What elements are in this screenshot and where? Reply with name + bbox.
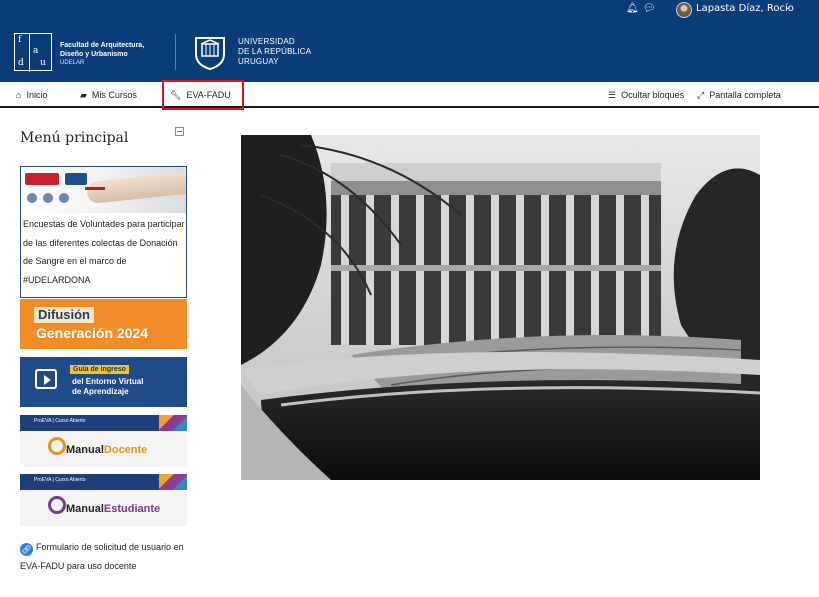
guia-line2: del Entorno Virtual <box>72 377 144 386</box>
proeva-triangles <box>159 474 187 490</box>
indent-icon: ☰ <box>608 89 617 100</box>
fadu-letter-d: d <box>18 58 24 68</box>
hide-blocks-label: Ocultar bloques <box>621 90 685 100</box>
header-divider <box>175 34 176 70</box>
chevron-down-icon[interactable]: ⌄ <box>784 2 792 12</box>
link-icon: 🔗︎ <box>20 543 33 556</box>
manual-docente-banner[interactable]: ProEVA | Curso Abierto ManualDocente <box>20 415 187 467</box>
fadu-letter-f: f <box>18 35 22 45</box>
fadu-name-line3: UDELAR <box>60 60 85 66</box>
bell-icon[interactable]: 🔔︎ <box>626 3 639 14</box>
udelar-line3: URUGUAY <box>238 57 279 66</box>
fadu-name-line2: Diseño y Urbanismo <box>60 51 128 58</box>
proeva-label: ProEVA | Curso Abierto <box>34 418 86 424</box>
menu-title: Menú principal <box>20 130 129 146</box>
guia-line1: Guía de ingreso <box>70 365 129 374</box>
nav-inicio-label: Inicio <box>26 90 48 100</box>
fadu-name-line1: Facultad de Arquitectura, <box>60 42 145 49</box>
proeva-label: ProEVA | Curso Abierto <box>34 477 86 483</box>
video-play-icon <box>35 369 57 389</box>
udelar-seal-icon[interactable] <box>193 34 227 70</box>
site-header: f a d u Facultad de Arquitectura, Diseño… <box>0 20 819 82</box>
partner-logo <box>43 193 53 203</box>
guia-ingreso-banner[interactable]: Guía de ingreso del Entorno Virtual de A… <box>20 357 187 407</box>
blood-tube-illustration <box>85 187 105 190</box>
partner-logo <box>27 193 37 203</box>
proeva-triangles <box>159 415 187 431</box>
user-name[interactable]: Lapasta Díaz, Rocío <box>696 3 794 14</box>
manual-docente-a: Manual <box>66 444 104 456</box>
donacion-banner-image[interactable] <box>21 167 186 213</box>
student-book-icon <box>48 496 66 514</box>
donacion-card[interactable]: Encuestas de Voluntades para participar … <box>20 166 187 298</box>
manual-estudiante-b: Estudiante <box>103 503 161 515</box>
manual-estudiante-banner[interactable]: ProEVA | Curso Abierto ManualEstudiante <box>20 474 187 526</box>
fadu-name: Facultad de Arquitectura, Diseño y Urban… <box>60 41 144 68</box>
collapse-block-button[interactable] <box>175 127 184 136</box>
hide-blocks-button[interactable]: ☰ Ocultar bloques <box>608 82 684 108</box>
nav-bar: ⌂ Inicio ▰ Mis Cursos 🔧︎ EVA-FADU ☰ Ocul… <box>0 82 819 108</box>
avatar[interactable] <box>676 2 692 18</box>
eva-fadu-highlight <box>162 80 244 110</box>
difusion-banner[interactable]: Difusión Generación 2024 <box>20 299 187 349</box>
expand-icon: ⤢ <box>697 89 705 100</box>
form-link[interactable]: 🔗︎ Formulario de solicitud de usuario en … <box>20 538 185 576</box>
guia-line3: de Aprendizaje <box>72 387 129 396</box>
hospital-logo <box>65 173 87 185</box>
nav-mis-cursos[interactable]: ▰ Mis Cursos <box>80 82 137 108</box>
fullscreen-label: Pantalla completa <box>709 90 781 100</box>
donacion-text[interactable]: Encuestas de Voluntades para participar … <box>23 215 186 289</box>
faculty-building-photo <box>241 135 760 480</box>
fadu-letter-a: a <box>33 46 39 56</box>
difusion-line2: Generación 2024 <box>36 325 149 341</box>
nav-inicio[interactable]: ⌂ Inicio <box>16 82 47 108</box>
briefcase-icon: ▰ <box>80 89 87 100</box>
udelar-name: UNIVERSIDAD DE LA REPÚBLICA URUGUAY <box>238 37 311 67</box>
form-link-text[interactable]: Formulario de solicitud de usuario en EV… <box>20 542 184 571</box>
udelar-line1: UNIVERSIDAD <box>238 37 295 46</box>
home-icon: ⌂ <box>16 90 22 100</box>
graduation-cap-icon <box>48 437 66 455</box>
fullscreen-button[interactable]: ⤢ Pantalla completa <box>697 82 781 108</box>
partner-logo <box>59 193 69 203</box>
chat-bubbles-icon[interactable]: 💬︎ <box>643 3 656 14</box>
topbar-icons: 🔔︎ 💬︎ <box>626 3 655 14</box>
hemoterapia-logo <box>25 173 59 185</box>
guia-line2-group: del Entorno Virtual de Aprendizaje <box>72 377 143 397</box>
fadu-logo[interactable]: f a d u <box>14 33 52 72</box>
top-bar: 🔔︎ 💬︎ Lapasta Díaz, Rocío ⌄ <box>0 0 819 20</box>
fadu-letter-u: u <box>40 58 46 68</box>
difusion-line1: Difusión <box>34 307 94 323</box>
manual-estudiante-title: ManualEstudiante <box>66 503 160 515</box>
nav-mis-cursos-label: Mis Cursos <box>91 90 137 100</box>
manual-estudiante-a: Manual <box>66 503 104 515</box>
manual-docente-b: Docente <box>103 444 148 456</box>
manual-docente-title: ManualDocente <box>66 444 147 456</box>
udelar-line2: DE LA REPÚBLICA <box>238 47 312 56</box>
